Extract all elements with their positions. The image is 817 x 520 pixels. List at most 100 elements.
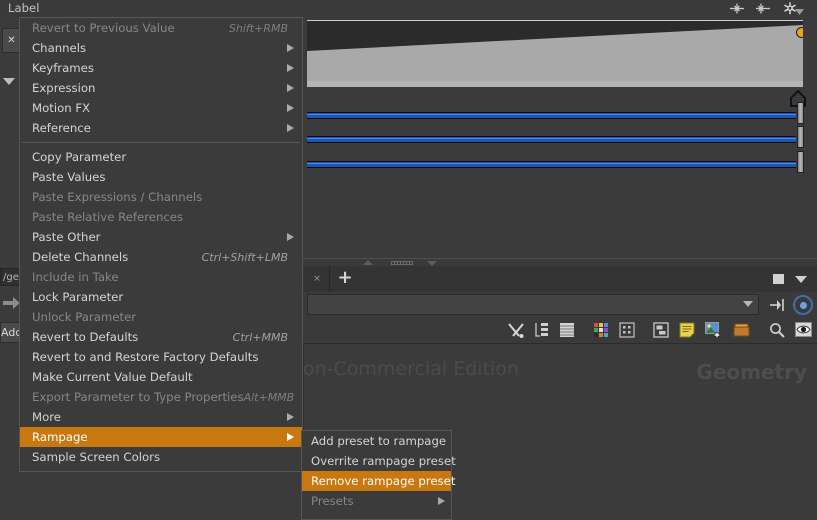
menu-item-sample-screen-colors[interactable]: Sample Screen Colors <box>20 447 302 467</box>
menu-item-label: Revert to Defaults <box>32 330 139 344</box>
menu-item-shortcut: Alt+MMB <box>243 390 295 404</box>
menu-item-include-in-take: Include in Take <box>20 267 302 287</box>
tree-view-icon[interactable] <box>533 322 551 339</box>
list-view-icon[interactable] <box>559 322 577 339</box>
parameter-pane-header: Label <box>0 0 817 16</box>
menu-item-make-current-value-default[interactable]: Make Current Value Default <box>20 367 302 387</box>
menu-item-label: Revert to and Restore Factory Defaults <box>32 350 259 364</box>
menu-item-shortcut: Ctrl+MMB <box>232 330 288 344</box>
ramp-canvas[interactable] <box>307 20 803 87</box>
pin-icon[interactable] <box>768 297 786 313</box>
slider-handle[interactable] <box>797 102 804 124</box>
submenu-arrow-icon <box>287 64 294 72</box>
chevron-down-icon[interactable] <box>743 301 753 307</box>
menu-item-paste-relative-references: Paste Relative References <box>20 207 302 227</box>
menu-item-label: Export Parameter to Type Properties <box>32 390 244 404</box>
menu-item-label: Paste Relative References <box>32 210 184 224</box>
sticky-note-icon[interactable] <box>679 322 697 339</box>
menu-item-label: Delete Channels <box>32 250 129 264</box>
slider-track[interactable] <box>307 136 796 143</box>
keyframe-set-icon[interactable] <box>729 2 745 15</box>
menu-item-delete-channels[interactable]: Delete Channels Ctrl+Shift+LMB <box>20 247 302 267</box>
add-tab-button[interactable]: + <box>336 269 354 288</box>
menu-item-label: Reference <box>32 121 91 135</box>
menu-item-label: Paste Expressions / Channels <box>32 190 203 204</box>
submenu-arrow-icon <box>287 233 294 241</box>
visibility-icon[interactable] <box>795 322 813 339</box>
menu-item-shortcut: Shift+RMB <box>228 21 288 35</box>
node-path-input[interactable] <box>307 294 759 315</box>
menu-item-overrite-rampage-preset[interactable]: Overrite rampage preset <box>302 451 456 471</box>
submenu-arrow-icon <box>287 84 294 92</box>
menu-item-label: Include in Take <box>32 270 119 284</box>
slider-track[interactable] <box>307 161 796 168</box>
network-toolbar <box>303 318 817 344</box>
menu-item-label: Keyframes <box>32 61 94 75</box>
menu-item-paste-values[interactable]: Paste Values <box>20 167 302 187</box>
menu-item-label: Add preset to rampage <box>311 434 447 448</box>
menu-item-shortcut: Ctrl+Shift+LMB <box>201 250 288 264</box>
menu-item-label: Channels <box>32 41 87 55</box>
menu-item-more[interactable]: More <box>20 407 302 427</box>
box-icon[interactable] <box>733 322 751 339</box>
menu-item-label: Remove rampage preset <box>311 474 456 488</box>
menu-item-label: Sample Screen Colors <box>32 450 161 464</box>
close-icon[interactable]: × <box>311 273 323 285</box>
color-palette-icon[interactable] <box>593 322 611 339</box>
menu-item-remove-rampage-preset[interactable]: Remove rampage preset <box>302 471 455 491</box>
splitter-grip-icon[interactable] <box>391 261 413 265</box>
pane-tab-bar: × + <box>303 266 817 293</box>
chevron-down-icon[interactable] <box>795 276 807 283</box>
menu-item-motion-fx[interactable]: Motion FX <box>20 98 302 118</box>
slider-handle[interactable] <box>797 126 804 148</box>
menu-item-label: Overrite rampage preset <box>311 454 456 468</box>
splitter-up-arrow-icon[interactable] <box>363 260 373 265</box>
rampage-submenu[interactable]: Add preset to rampage Overrite rampage pr… <box>301 430 456 520</box>
context-watermark: Geometry <box>696 360 807 384</box>
menu-item-add-preset-to-rampage[interactable]: Add preset to rampage <box>302 431 451 451</box>
menu-item-label: Paste Values <box>32 170 106 184</box>
tools-icon[interactable] <box>507 322 525 339</box>
parameter-slider-3[interactable] <box>303 149 817 177</box>
menu-item-paste-expressions-channels: Paste Expressions / Channels <box>20 187 302 207</box>
ramp-curve-fill <box>307 21 803 87</box>
menu-item-rampage[interactable]: Rampage <box>20 427 302 447</box>
tab-divider <box>329 266 330 292</box>
grid-dots-icon[interactable] <box>619 322 637 339</box>
menu-item-label: Make Current Value Default <box>32 370 193 384</box>
chevron-down-icon[interactable] <box>795 9 804 15</box>
menu-item-label: Presets <box>311 494 354 508</box>
submenu-arrow-icon <box>287 413 294 421</box>
search-icon[interactable] <box>769 322 787 339</box>
menu-item-channels[interactable]: Channels <box>20 38 302 58</box>
layout-panes-icon[interactable] <box>653 322 671 339</box>
page-title: Label <box>8 1 40 15</box>
ramp-key-knot[interactable] <box>796 27 803 38</box>
menu-item-copy-parameter[interactable]: Copy Parameter <box>20 147 302 167</box>
menu-item-label: Revert to Previous Value <box>32 21 175 35</box>
keyframe-next-icon[interactable] <box>755 2 771 15</box>
submenu-arrow-icon <box>287 124 294 132</box>
parameter-slider-2[interactable] <box>303 124 817 152</box>
menu-item-reference[interactable]: Reference <box>20 118 302 138</box>
slider-handle[interactable] <box>797 151 804 173</box>
parameter-context-menu[interactable]: Revert to Previous Value Shift+RMB Channel… <box>19 17 303 472</box>
collapse-triangle-icon[interactable] <box>3 78 15 85</box>
ramp-widget[interactable] <box>303 16 817 107</box>
maximize-pane-icon[interactable] <box>773 274 784 284</box>
menu-item-export-parameter-to-type-properties: Export Parameter to Type Properties Alt+M… <box>20 387 302 407</box>
menu-item-paste-other[interactable]: Paste Other <box>20 227 302 247</box>
node-path-bar <box>303 292 817 318</box>
menu-item-expression[interactable]: Expression <box>20 78 302 98</box>
add-image-icon[interactable] <box>705 322 723 339</box>
menu-item-revert-to-and-restore-factory-defaults[interactable]: Revert to and Restore Factory Defaults <box>20 347 302 367</box>
menu-item-revert-to-defaults[interactable]: Revert to Defaults Ctrl+MMB <box>20 327 302 347</box>
menu-item-keyframes[interactable]: Keyframes <box>20 58 302 78</box>
submenu-arrow-icon <box>287 433 294 441</box>
select-node-icon[interactable] <box>793 295 813 315</box>
menu-item-lock-parameter[interactable]: Lock Parameter <box>20 287 302 307</box>
submenu-arrow-icon <box>438 497 445 505</box>
menu-item-label: Rampage <box>32 430 88 444</box>
slider-track[interactable] <box>307 112 796 119</box>
menu-item-label: More <box>32 410 61 424</box>
